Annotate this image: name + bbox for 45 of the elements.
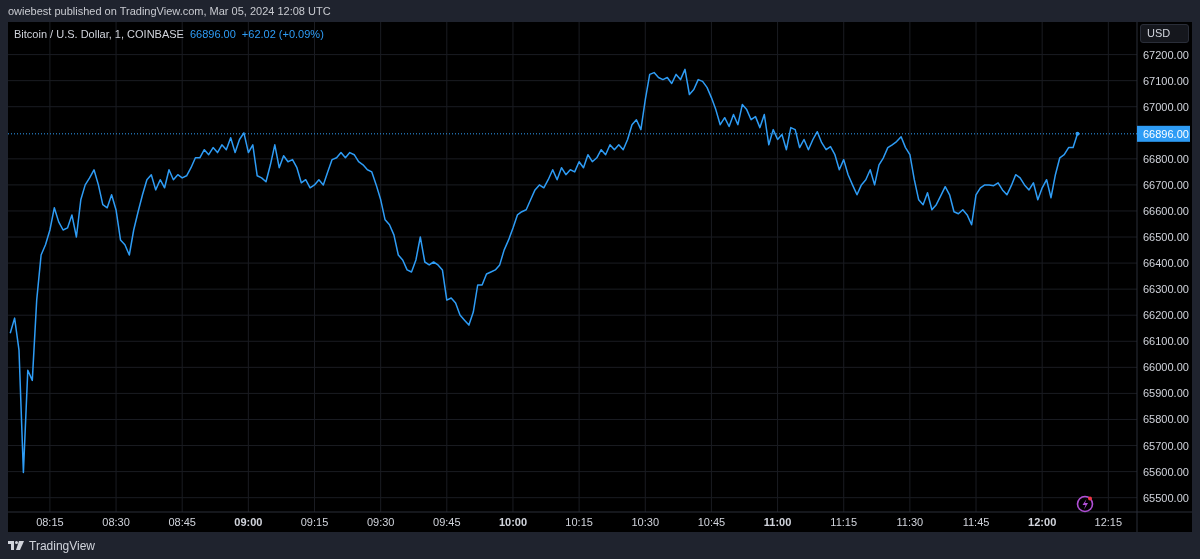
time-tick-label: 08:15: [36, 516, 64, 528]
price-change: +62.02 (+0.09%): [241, 27, 324, 42]
price-tick-label: 66200.00: [1143, 309, 1189, 322]
price-tick-label: 66700.00: [1143, 178, 1189, 191]
last-point-dot: [1075, 131, 1080, 136]
time-tick-label: 09:00: [234, 516, 263, 528]
price-tick-label: 66800.00: [1143, 152, 1189, 165]
time-tick-label: 09:30: [366, 516, 395, 528]
last-price: 66896.00: [189, 27, 236, 42]
brand-name: TradingView: [29, 537, 96, 555]
time-tick-label: 11:00: [763, 516, 792, 528]
time-tick-label: 10:15: [565, 516, 593, 528]
price-tick-label: 65500.00: [1143, 491, 1189, 504]
price-tick-label: 65600.00: [1143, 465, 1189, 478]
price-tick-label: 67200.00: [1143, 48, 1189, 61]
price-tick-label: 65900.00: [1143, 387, 1189, 400]
time-tick-label: 10:00: [498, 516, 528, 528]
publish-info: owiebest published on TradingView.com, Mar 05, 2024 12:08 UTC: [8, 3, 331, 19]
time-tick-label: 12:15: [1094, 516, 1123, 528]
brand-logo-icon: [8, 540, 25, 551]
currency-button[interactable]: USD: [1140, 24, 1189, 43]
price-tick-label: 66500.00: [1143, 231, 1189, 244]
symbol-title: Bitcoin / U.S. Dollar, 1, COINBASE: [14, 27, 184, 42]
time-tick-label: 09:45: [433, 516, 461, 528]
price-tick-label: 65700.00: [1143, 439, 1189, 452]
price-tick-label: 67000.00: [1143, 100, 1189, 113]
price-tick-label: 66000.00: [1143, 361, 1189, 374]
time-tick-label: 11:15: [830, 516, 858, 528]
time-tick-label: 11:45: [962, 516, 990, 528]
ref-line-label: 66896.00: [1143, 127, 1189, 140]
price-tick-label: 66600.00: [1143, 204, 1189, 217]
time-tick-label: 08:30: [102, 516, 130, 528]
last-price-label: 66896.00: [1137, 125, 1190, 142]
price-tick-label: 65800.00: [1143, 413, 1189, 426]
lightning-icon: [1076, 495, 1094, 513]
time-tick-label: 10:30: [631, 516, 660, 528]
price-tick-label: 66300.00: [1143, 283, 1189, 296]
time-tick-label: 12:00: [1028, 516, 1057, 528]
time-tick-label: 10:45: [697, 516, 726, 528]
time-tick-label: 09:15: [300, 516, 329, 528]
price-tick-label: 66100.00: [1143, 335, 1189, 348]
time-tick-label: 11:30: [896, 516, 924, 528]
price-tick-label: 66400.00: [1143, 257, 1189, 270]
time-tick-label: 08:45: [168, 516, 196, 528]
price-tick-label: 67100.00: [1143, 74, 1189, 87]
